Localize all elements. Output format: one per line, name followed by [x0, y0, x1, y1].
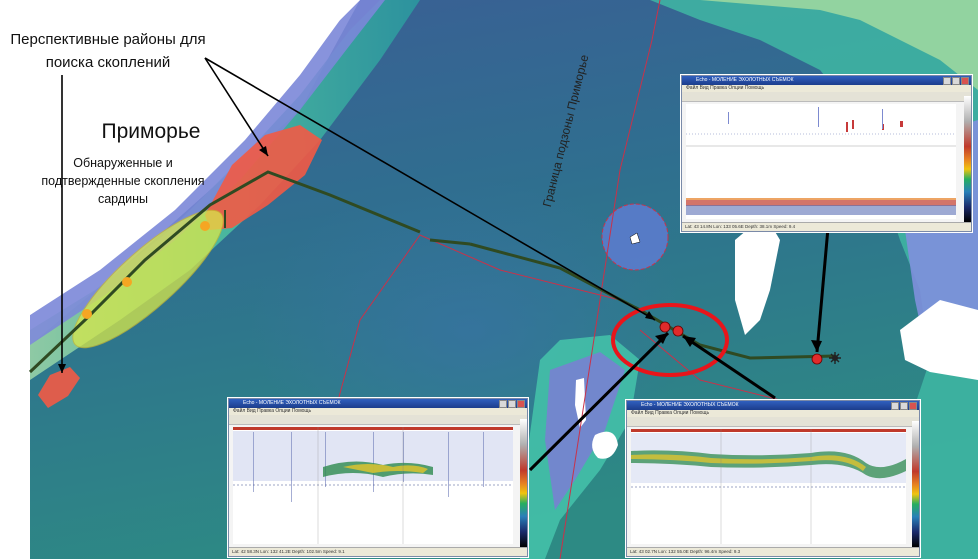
echogram-window-bottom-right: Echo - МОЛЕНИЕ ЭХОЛОТНЫХ СЪЕМОК Файл Вид… [626, 400, 920, 557]
echogram-plot-graphic [233, 427, 513, 544]
echogram-plot [631, 429, 906, 544]
station-marker [659, 321, 671, 333]
echogram-title: Echo - МОЛЕНИЕ ЭХОЛОТНЫХ СЪЕМОК [696, 77, 794, 83]
close-icon[interactable] [961, 77, 969, 85]
color-scale [912, 421, 919, 547]
echogram-window-bottom-left: Echo - МОЛЕНИЕ ЭХОЛОТНЫХ СЪЕМОК Файл Вид… [228, 398, 528, 557]
maximize-icon[interactable] [952, 77, 960, 85]
window-controls [499, 400, 525, 408]
minimize-icon[interactable] [499, 400, 507, 408]
echogram-plot [233, 427, 513, 544]
school-marker [200, 221, 210, 231]
station-marker [672, 325, 684, 337]
echogram-toolbar[interactable] [229, 415, 527, 425]
echogram-menubar[interactable]: Файл Вид Правка Опции Помощь [229, 408, 527, 415]
echogram-plot [686, 104, 956, 219]
echogram-title: Echo - МОЛЕНИЕ ЭХОЛОТНЫХ СЪЕМОК [243, 400, 341, 406]
school-marker [122, 277, 132, 287]
echogram-statusbar: Lat: 43 02.7N Lon: 132 55.0E Depth: 96.4… [627, 547, 919, 556]
region-title: Приморье [101, 120, 201, 143]
echogram-statusbar: Lat: 43 14.8N Lon: 133 05.6E Depth: 38.1… [682, 222, 971, 231]
echogram-title: Echo - МОЛЕНИЕ ЭХОЛОТНЫХ СЪЕМОК [641, 402, 739, 408]
school-marker [82, 309, 92, 319]
echogram-titlebar: Echo - МОЛЕНИЕ ЭХОЛОТНЫХ СЪЕМОК [627, 401, 919, 410]
echogram-menubar[interactable]: Файл Вид Правка Опции Помощь [627, 410, 919, 417]
window-controls [943, 77, 969, 85]
echogram-toolbar[interactable] [627, 417, 919, 427]
echogram-plot-graphic [631, 429, 906, 544]
maximize-icon[interactable] [508, 400, 516, 408]
echogram-statusbar: Lat: 42 58.3N Lon: 132 41.2E Depth: 102.… [229, 547, 527, 556]
close-icon[interactable] [517, 400, 525, 408]
station-marker [811, 353, 823, 365]
echogram-toolbar[interactable] [682, 92, 971, 102]
echogram-titlebar: Echo - МОЛЕНИЕ ЭХОЛОТНЫХ СЪЕМОК [229, 399, 527, 408]
found-schools-label: Обнаруженные и подтвержденные скопления … [41, 156, 205, 206]
maximize-icon[interactable] [900, 402, 908, 410]
color-scale [964, 96, 971, 222]
color-scale [520, 419, 527, 547]
minimize-icon[interactable] [891, 402, 899, 410]
echogram-plot-graphic [686, 107, 956, 215]
echogram-menubar[interactable]: Файл Вид Правка Опции Помощь [682, 85, 971, 92]
close-icon[interactable] [909, 402, 917, 410]
echogram-titlebar: Echo - МОЛЕНИЕ ЭХОЛОТНЫХ СЪЕМОК [682, 76, 971, 85]
echogram-window-top-right: Echo - МОЛЕНИЕ ЭХОЛОТНЫХ СЪЕМОК Файл Вид… [681, 75, 972, 232]
window-controls [891, 402, 917, 410]
minimize-icon[interactable] [943, 77, 951, 85]
prospective-zones-label: Перспективные районы для поиска скоплени… [10, 31, 206, 71]
